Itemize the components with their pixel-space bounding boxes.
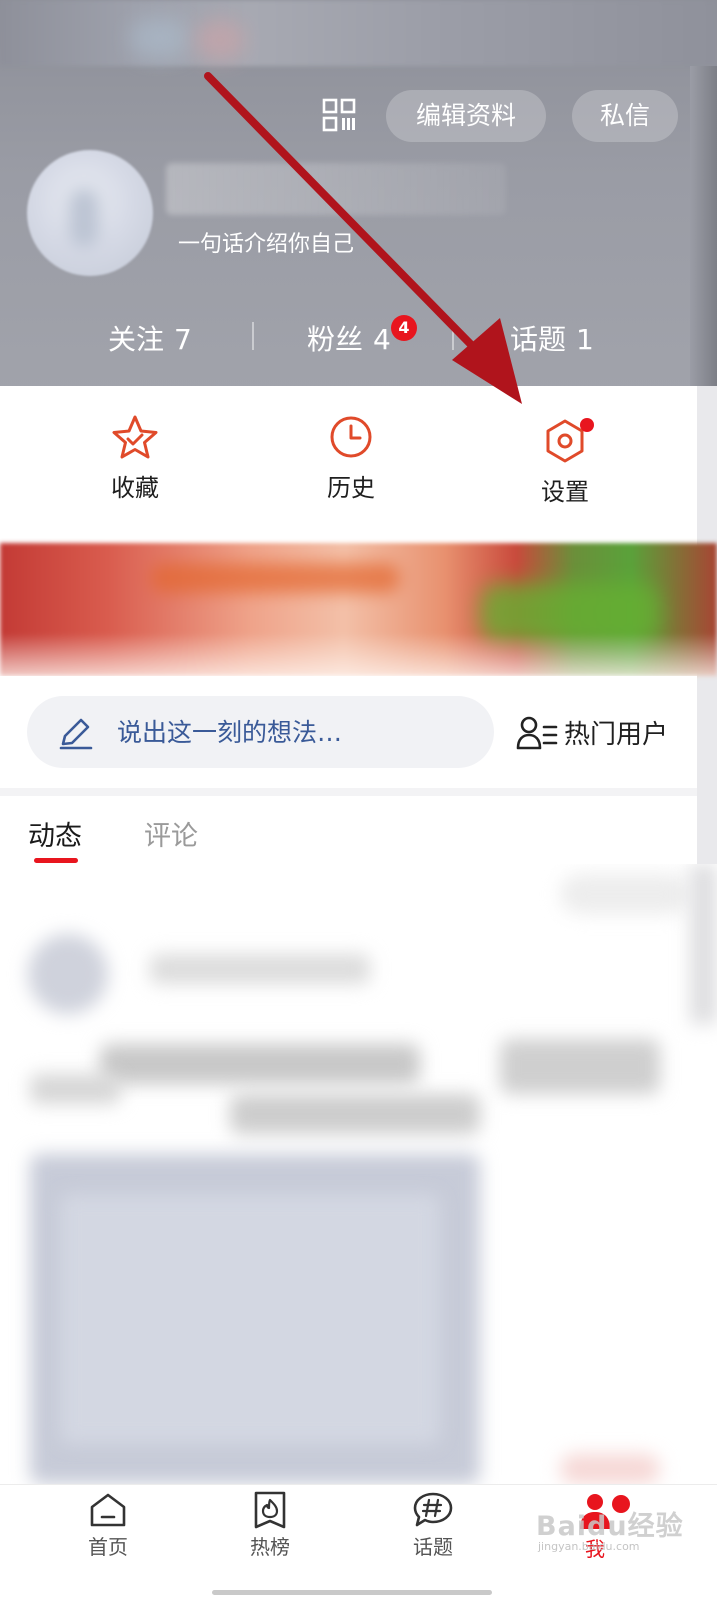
tab-activity[interactable]: 动态 (28, 814, 82, 853)
promo-banner[interactable] (0, 543, 717, 676)
feed-blur-shape (60, 1194, 440, 1444)
private-message-button[interactable]: 私信 (572, 90, 678, 142)
shortcut-row: 收藏 历史 设置 (0, 386, 697, 536)
banner-fade (0, 633, 717, 676)
settings-notification-dot (580, 418, 594, 432)
active-tab-indicator (34, 858, 78, 863)
post-input[interactable]: 说出这一刻的想法… (27, 696, 494, 768)
topics-label: 话题 (510, 323, 567, 356)
banner-blur-spot (150, 563, 400, 593)
history-shortcut[interactable]: 历史 (291, 414, 411, 503)
hot-users-button[interactable]: 热门用户 (516, 714, 668, 751)
home-icon (90, 1493, 126, 1527)
topics-stat[interactable]: 话题 1 (510, 318, 594, 358)
status-bar-blurred (0, 0, 717, 66)
feed-blur-shape (150, 954, 370, 984)
pencil-icon (59, 718, 93, 750)
topics-count: 1 (576, 323, 594, 356)
settings-shortcut[interactable]: 设置 (505, 418, 625, 507)
fans-count: 4 (373, 323, 391, 356)
feed-blur-shape (30, 1074, 120, 1104)
follow-count: 7 (174, 323, 192, 356)
feed-blur-shape (560, 874, 690, 914)
follow-label: 关注 (108, 323, 165, 356)
feed-blur-shape (560, 1454, 660, 1484)
flame-tag-icon (254, 1491, 286, 1529)
post-placeholder: 说出这一刻的想法… (117, 718, 343, 747)
watermark-logo: Baidu经验 (536, 1511, 684, 1542)
status-bar-blur-spot (130, 18, 190, 58)
activity-feed-blurred[interactable] (0, 864, 717, 1484)
user-list-icon (516, 716, 558, 749)
stat-divider (452, 322, 454, 350)
status-bar-blur-spot (195, 20, 245, 60)
post-bar: 说出这一刻的想法… 热门用户 (0, 676, 697, 788)
fans-stat[interactable]: 粉丝 4 (307, 318, 391, 358)
hot-users-label: 热门用户 (564, 720, 669, 750)
qr-code-icon[interactable] (322, 98, 356, 132)
feed-blur-shape (500, 1039, 660, 1094)
tab-comments[interactable]: 评论 (144, 814, 198, 853)
hashtag-icon (413, 1492, 453, 1527)
settings-label: 设置 (541, 478, 589, 506)
nav-home-label: 首页 (88, 1535, 128, 1559)
header-edge-shade (690, 66, 717, 394)
nav-topics-label: 话题 (413, 1535, 453, 1559)
favorites-label: 收藏 (111, 474, 159, 502)
edit-profile-button[interactable]: 编辑资料 (386, 90, 546, 142)
nav-hot[interactable]: 热榜 (215, 1491, 325, 1560)
star-icon (112, 415, 158, 459)
fans-notification-badge: 4 (391, 315, 417, 341)
follow-stat[interactable]: 关注 7 (108, 318, 192, 358)
history-label: 历史 (327, 474, 375, 502)
nav-topics[interactable]: 话题 (378, 1491, 488, 1560)
profile-screen: 编辑资料 私信 一句话介绍你自己 关注 7 粉丝 4 4 话题 1 收藏 历史 … (0, 0, 717, 1600)
nav-hot-label: 热榜 (250, 1535, 290, 1559)
section-divider (0, 788, 697, 796)
avatar[interactable] (27, 150, 153, 276)
watermark-url: jingyan.baidu.com (538, 1540, 640, 1553)
clock-icon (330, 416, 372, 458)
feed-blur-shape (690, 864, 717, 1024)
profile-bio[interactable]: 一句话介绍你自己 (178, 226, 354, 258)
profile-header: 编辑资料 私信 一句话介绍你自己 关注 7 粉丝 4 4 话题 1 (0, 0, 717, 394)
home-indicator (212, 1590, 492, 1595)
feed-blur-shape (100, 1044, 420, 1084)
favorites-shortcut[interactable]: 收藏 (75, 414, 195, 503)
fans-label: 粉丝 (307, 323, 364, 356)
username-blurred (166, 163, 506, 215)
feed-blur-shape (28, 934, 108, 1014)
content-tabs: 动态 评论 (0, 796, 697, 864)
stat-divider (252, 322, 254, 350)
feed-blur-shape (230, 1094, 480, 1134)
nav-home[interactable]: 首页 (53, 1491, 163, 1560)
